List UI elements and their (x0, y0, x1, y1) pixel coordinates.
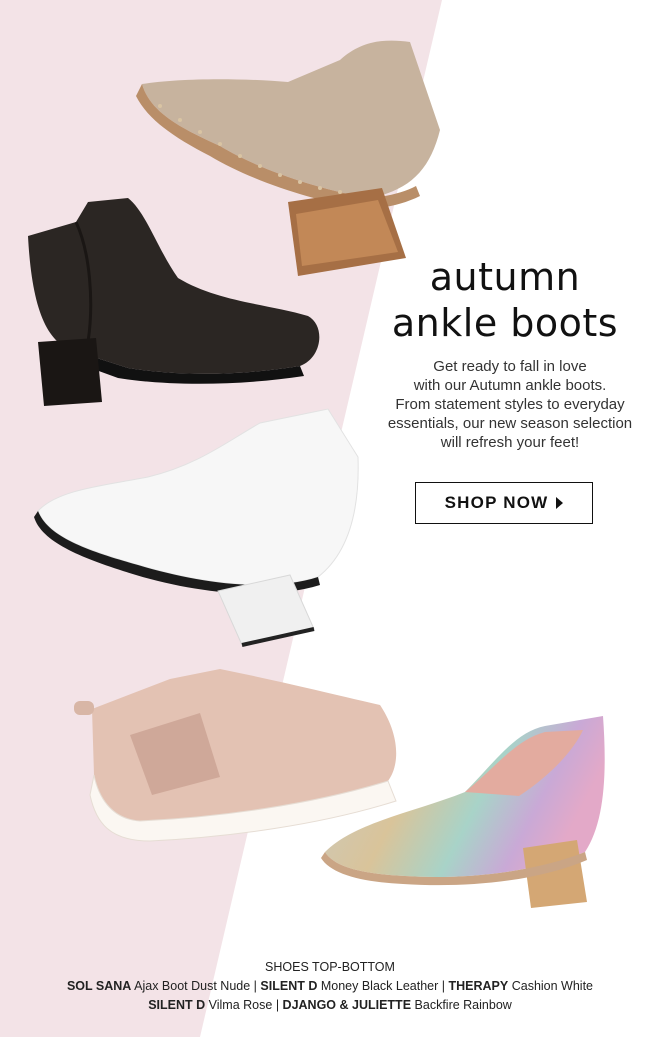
intro-line-5: will refresh your feet! (440, 434, 580, 451)
intro-line-3: From statement styles to everyday (395, 396, 625, 413)
credit-product: Money Black Leather (320, 979, 439, 993)
credits-line-1: SOL SANA Ajax Boot Dust Nude | SILENT D … (10, 977, 650, 996)
shoe-black-leather-boot[interactable] (18, 192, 328, 412)
shop-now-button[interactable]: SHOP NOW (415, 482, 593, 524)
intro-line-2: with our Autumn ankle boots. (413, 377, 607, 394)
intro-line-4: essentials, our new season selection (387, 415, 633, 432)
caret-right-icon (556, 497, 564, 509)
credit-brand: SOL SANA (66, 979, 132, 993)
credit-product: Backfire Rainbow (414, 998, 512, 1012)
shoe-rainbow-snakeskin-boot[interactable] (315, 712, 615, 917)
title-line-1: autumn (429, 255, 581, 299)
credits-line-2: SILENT D Vilma Rose | DJANGO & JULIETTE … (10, 996, 650, 1015)
intro-line-1: Get ready to fall in love (433, 358, 587, 375)
page-title: autumn ankle boots (360, 254, 650, 346)
shoe-white-leather-boot[interactable] (28, 405, 368, 655)
credit-brand: SILENT D (260, 979, 318, 993)
intro-text: Get ready to fall in love with our Autum… (370, 357, 650, 452)
credit-separator: | (275, 998, 280, 1012)
credit-brand: THERAPY (448, 979, 509, 993)
credit-brand: SILENT D (148, 998, 206, 1012)
credit-product: Vilma Rose (208, 998, 273, 1012)
shop-now-label: SHOP NOW (444, 493, 549, 512)
credit-separator: | (253, 979, 257, 993)
credit-brand: DJANGO & JULIETTE (282, 998, 412, 1012)
credit-product: Ajax Boot Dust Nude (134, 979, 251, 993)
shoe-credits: SHOES TOP-BOTTOM SOL SANA Ajax Boot Dust… (10, 958, 650, 1015)
credit-separator: | (441, 979, 446, 993)
credits-heading: SHOES TOP-BOTTOM (265, 960, 395, 974)
credit-product: Cashion White (511, 979, 594, 993)
title-line-2: ankle boots (391, 301, 619, 345)
